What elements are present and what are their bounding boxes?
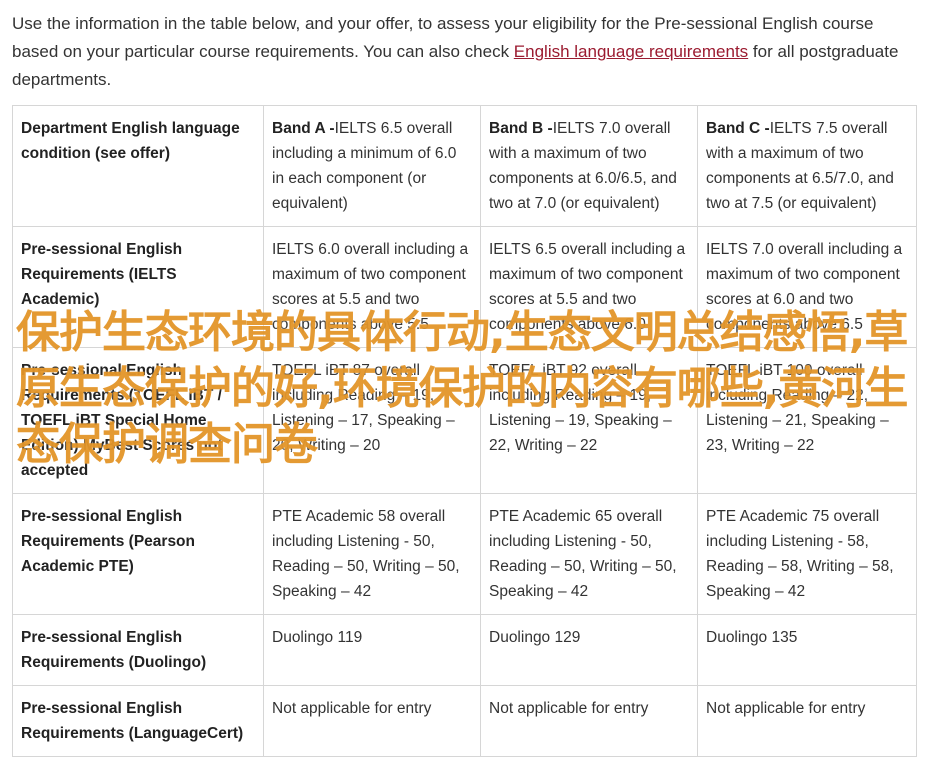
cell-duolingo-band-c: Duolingo 135 bbox=[697, 614, 917, 686]
table-row-pte: Pre-sessional English Requirements (Pear… bbox=[12, 493, 917, 615]
row-label-languagecert: Pre-sessional English Requirements (Lang… bbox=[12, 685, 264, 757]
row-label-pte: Pre-sessional English Requirements (Pear… bbox=[12, 493, 264, 615]
cell-ielts-band-a: IELTS 6.0 overall including a maximum of… bbox=[263, 226, 481, 348]
band-b-cell: Band B -IELTS 7.0 overall with a maximum… bbox=[480, 105, 698, 227]
cell-languagecert-band-a: Not applicable for entry bbox=[263, 685, 481, 757]
cell-pte-band-c: PTE Academic 75 overall including Listen… bbox=[697, 493, 917, 615]
cell-ielts-band-c: IELTS 7.0 overall including a maximum of… bbox=[697, 226, 917, 348]
band-a-label: Band A - bbox=[272, 120, 335, 137]
cell-ielts-band-b: IELTS 6.5 overall including a maximum of… bbox=[480, 226, 698, 348]
cell-languagecert-band-c: Not applicable for entry bbox=[697, 685, 917, 757]
row-label-duolingo: Pre-sessional English Requirements (Duol… bbox=[12, 614, 264, 686]
table-row-duolingo: Pre-sessional English Requirements (Duol… bbox=[12, 614, 917, 686]
band-b-label: Band B - bbox=[489, 120, 553, 137]
table-row-toefl: Pre-sessional English Requirements (TOEF… bbox=[12, 347, 917, 494]
table-header-row: Department English language condition (s… bbox=[12, 105, 917, 227]
cell-toefl-band-c: TOEFL iBT 100 overall including Reading … bbox=[697, 347, 917, 494]
cell-toefl-band-b: TOEFL iBT 92 overall including Reading –… bbox=[480, 347, 698, 494]
cell-pte-band-a: PTE Academic 58 overall including Listen… bbox=[263, 493, 481, 615]
requirements-table: Department English language condition (s… bbox=[12, 105, 917, 757]
table-row-languagecert: Pre-sessional English Requirements (Lang… bbox=[12, 685, 917, 757]
cell-toefl-band-a: TOEFL iBT 87 overall including Reading –… bbox=[263, 347, 481, 494]
cell-pte-band-b: PTE Academic 65 overall including Listen… bbox=[480, 493, 698, 615]
intro-paragraph: Use the information in the table below, … bbox=[12, 10, 922, 94]
cell-duolingo-band-a: Duolingo 119 bbox=[263, 614, 481, 686]
table-row-ielts: Pre-sessional English Requirements (IELT… bbox=[12, 226, 917, 348]
row-label-ielts: Pre-sessional English Requirements (IELT… bbox=[12, 226, 264, 348]
band-a-cell: Band A -IELTS 6.5 overall including a mi… bbox=[263, 105, 481, 227]
header-row-label: Department English language condition (s… bbox=[12, 105, 264, 227]
band-c-cell: Band C -IELTS 7.5 overall with a maximum… bbox=[697, 105, 917, 227]
cell-languagecert-band-b: Not applicable for entry bbox=[480, 685, 698, 757]
band-c-label: Band C - bbox=[706, 120, 770, 137]
row-label-toefl: Pre-sessional English Requirements (TOEF… bbox=[12, 347, 264, 494]
english-language-requirements-link[interactable]: English language requirements bbox=[514, 42, 748, 61]
cell-duolingo-band-b: Duolingo 129 bbox=[480, 614, 698, 686]
